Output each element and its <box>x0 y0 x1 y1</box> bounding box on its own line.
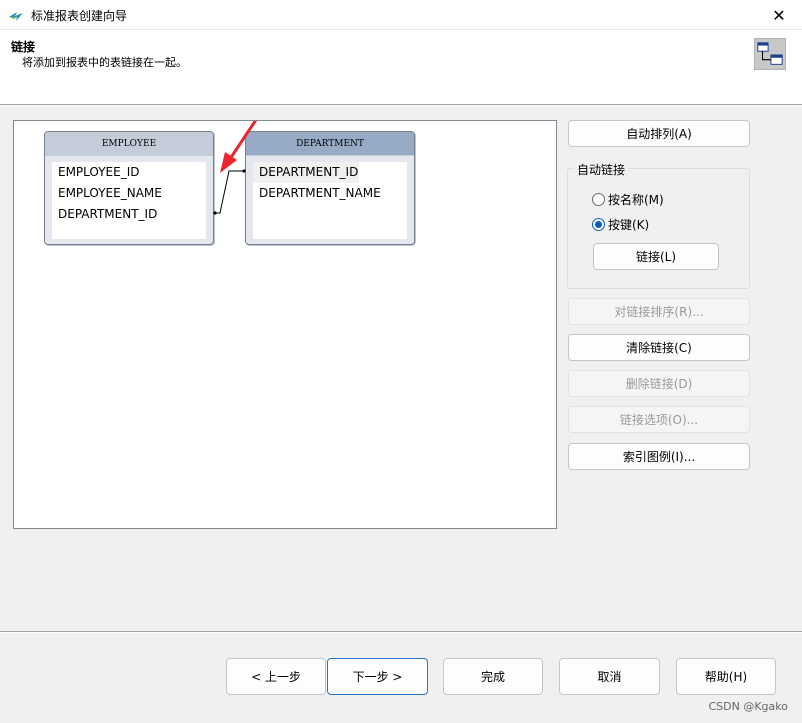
index-legend-button[interactable]: 索引图例(I)... <box>568 443 750 470</box>
table-department-fields: DEPARTMENT_ID DEPARTMENT_NAME <box>253 162 407 239</box>
table-employee-fields: EMPLOYEE_ID EMPLOYEE_NAME DEPARTMENT_ID <box>52 162 206 239</box>
link-button[interactable]: 链接(L) <box>593 243 719 270</box>
auto-link-legend: 自动链接 <box>574 161 629 178</box>
close-icon[interactable]: ✕ <box>756 0 802 30</box>
link-options-button[interactable]: 链接选项(O)... <box>568 406 750 433</box>
clear-links-button[interactable]: 清除链接(C) <box>568 334 750 361</box>
help-button[interactable]: 帮助(H) <box>676 658 776 695</box>
order-links-button[interactable]: 对链接排序(R)... <box>568 298 750 325</box>
field-employee-department-id[interactable]: DEPARTMENT_ID <box>52 204 206 225</box>
table-employee[interactable]: EMPLOYEE EMPLOYEE_ID EMPLOYEE_NAME DEPAR… <box>44 131 214 245</box>
radio-by-key-indicator[interactable] <box>592 218 605 231</box>
field-department-id[interactable]: DEPARTMENT_ID <box>253 162 359 183</box>
step-title: 链接 <box>11 40 36 54</box>
title-bar: 标准报表创建向导 ✕ <box>0 0 802 30</box>
field-employee-name[interactable]: EMPLOYEE_NAME <box>52 183 206 204</box>
footer-separator <box>0 631 802 633</box>
field-department-name[interactable]: DEPARTMENT_NAME <box>253 183 407 204</box>
auto-link-group: 自动链接 按名称(M) 按键(K) 链接(L) <box>567 161 750 289</box>
link-canvas[interactable]: EMPLOYEE EMPLOYEE_ID EMPLOYEE_NAME DEPAR… <box>13 120 557 529</box>
auto-arrange-button[interactable]: 自动排列(A) <box>568 120 750 147</box>
radio-by-key-label: 按键(K) <box>608 218 650 232</box>
radio-by-key[interactable]: 按键(K) <box>592 216 649 233</box>
header-separator <box>0 104 802 106</box>
delete-link-button[interactable]: 删除链接(D) <box>568 370 750 397</box>
window-title: 标准报表创建向导 <box>31 9 128 23</box>
link-step-icon <box>754 38 786 70</box>
finish-button[interactable]: 完成 <box>443 658 543 695</box>
cancel-button[interactable]: 取消 <box>559 658 660 695</box>
table-department[interactable]: DEPARTMENT DEPARTMENT_ID DEPARTMENT_NAME <box>245 131 415 245</box>
next-button[interactable]: 下一步 > <box>327 658 428 695</box>
field-employee-id[interactable]: EMPLOYEE_ID <box>52 162 206 183</box>
wizard-app-icon <box>9 12 23 21</box>
table-department-header[interactable]: DEPARTMENT <box>246 132 414 156</box>
wizard-header: 链接 将添加到报表中的表链接在一起。 <box>0 30 802 104</box>
step-subtitle: 将添加到报表中的表链接在一起。 <box>22 56 187 69</box>
table-employee-header[interactable]: EMPLOYEE <box>45 132 213 156</box>
radio-by-name-label: 按名称(M) <box>608 193 664 207</box>
radio-by-name-indicator[interactable] <box>592 193 605 206</box>
annotation-arrow-head <box>220 152 237 173</box>
back-button[interactable]: < 上一步 <box>226 658 326 695</box>
watermark: CSDN @Kgako <box>708 700 788 713</box>
radio-by-name[interactable]: 按名称(M) <box>592 191 664 208</box>
link-line-department-id <box>214 170 245 214</box>
